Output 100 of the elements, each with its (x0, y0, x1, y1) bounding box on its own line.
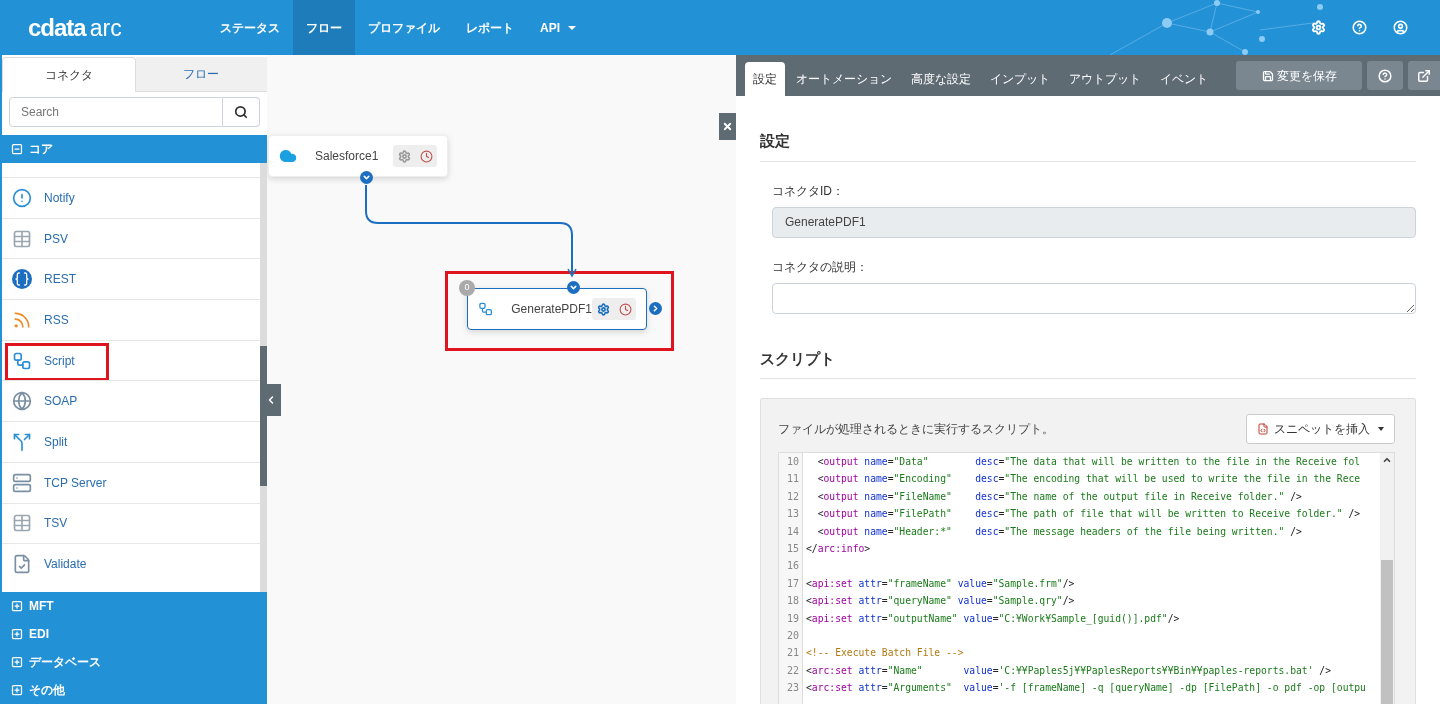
chevron-down-icon (362, 173, 371, 182)
expand-icon (11, 628, 23, 640)
document-check-icon (12, 554, 32, 575)
code-line: </arc:info> (806, 542, 871, 554)
help-button[interactable] (1367, 61, 1403, 90)
connector-label: Script (44, 352, 75, 370)
split-icon (12, 431, 32, 452)
nav-item[interactable]: フロー (293, 0, 355, 55)
search-field[interactable]: Search (9, 97, 223, 127)
sidebar-tab[interactable]: フロー (135, 57, 267, 92)
search-button[interactable] (223, 97, 260, 127)
script-description: ファイルが処理されるときに実行するスクリプト。 (778, 421, 1054, 438)
connector-label: PSV (44, 230, 68, 248)
save-icon (1261, 69, 1274, 82)
line-number: 21 (786, 646, 799, 661)
connector-item[interactable]: TCP Server (2, 461, 260, 503)
close-button[interactable] (719, 113, 736, 140)
nav-item[interactable]: ステータス (207, 0, 293, 55)
logo-text: arc (89, 16, 122, 40)
panel-tab[interactable]: 高度な設定 (903, 62, 979, 96)
panel-tab[interactable]: インプット (982, 62, 1058, 96)
connector-label: Split (44, 433, 68, 451)
connector-item[interactable]: REST (2, 258, 260, 300)
connector-item[interactable]: Notify (2, 177, 260, 218)
clock-icon[interactable] (419, 149, 433, 163)
nav-item[interactable]: API (527, 0, 589, 55)
panel-tab[interactable]: イベント (1152, 62, 1216, 96)
line-number: 15 (786, 541, 799, 556)
chevron-down-icon (569, 283, 578, 292)
external-link-icon (1417, 68, 1431, 83)
settings-icon[interactable] (397, 149, 411, 163)
category-label: その他 (29, 682, 65, 699)
connector-label: Validate (44, 556, 87, 574)
port-button[interactable] (649, 302, 662, 315)
flow-node[interactable]: GeneratePDF1 (467, 288, 647, 330)
panel-tab[interactable]: アウトプット (1061, 62, 1149, 96)
code-line: <output name="Encoding" desc="The encoding that will be used to write the file in the Rece (816, 473, 1361, 485)
connector-item[interactable]: TSV (2, 502, 260, 544)
scrollbar[interactable] (1380, 453, 1394, 704)
sidebar-tab[interactable]: コネクタ (2, 57, 136, 92)
document-icon (1257, 423, 1269, 435)
line-number: 11 (786, 472, 799, 487)
code-line: <arc:set attr="Name" value='C:¥¥Paples5j¥¥PaplesReports¥¥Bin¥¥paples-reports.bat' /> (806, 664, 1331, 676)
save-button[interactable]: 変更を保存 (1236, 61, 1362, 90)
category-header[interactable]: コア (2, 135, 267, 163)
code-line: <api:set attr="outputName" value="C:¥Work¥Sample_[guid()].pdf"/> (806, 612, 1180, 624)
expand-icon (11, 684, 23, 696)
nav-item[interactable]: レポート (453, 0, 527, 55)
braces-icon (12, 269, 32, 290)
connector-label: REST (44, 271, 76, 289)
category-header[interactable]: EDI (2, 620, 267, 648)
panel-tab[interactable]: オートメーション (788, 62, 900, 96)
field-label: コネクタの説明： (772, 258, 869, 276)
line-number: 18 (786, 594, 799, 609)
category-label: EDI (29, 626, 49, 643)
category-label: MFT (29, 598, 54, 615)
category-header[interactable]: MFT (2, 592, 267, 620)
code-line: <output name="FilePath" desc="The path of file that will be written to Receive folder." /> (816, 508, 1361, 520)
section-title: スクリプト (760, 313, 1416, 379)
snippet-button[interactable]: スニペットを挿入 (1246, 414, 1395, 444)
connector-item[interactable]: Script (2, 339, 260, 381)
expand-icon (11, 656, 23, 668)
line-number: 17 (786, 576, 799, 591)
chevron-up-icon (1382, 455, 1392, 465)
line-number: 22 (786, 663, 799, 678)
globe-icon (12, 391, 32, 412)
section-title: 設定 (760, 96, 1416, 162)
open-external-button[interactable] (1408, 61, 1440, 90)
line-number: 23 (786, 681, 799, 696)
settings-icon[interactable] (596, 302, 610, 316)
alert-icon (12, 187, 32, 208)
code-line: <arc:set attr="Arguments" value='-f [frameName] -q [queryName] -dp [FilePath] -o pdf -op [outpu (806, 682, 1366, 694)
caret-icon (1378, 427, 1384, 431)
connector-item[interactable]: SOAP (2, 380, 260, 422)
connector-label: TCP Server (44, 474, 107, 492)
category-header[interactable]: その他 (2, 676, 267, 704)
nav-item[interactable]: プロファイル (355, 0, 453, 55)
connector-label: RSS (44, 311, 69, 329)
line-number: 19 (786, 611, 799, 626)
connector-item[interactable]: Validate (2, 543, 260, 584)
code-line: <!-- Execute Batch File --> (806, 647, 964, 659)
help-icon[interactable] (1352, 20, 1367, 35)
help-icon (1378, 68, 1392, 83)
table-icon (12, 513, 32, 534)
scrollbar[interactable] (260, 163, 267, 592)
clock-icon[interactable] (618, 302, 632, 316)
connector-label: Notify (44, 189, 75, 207)
connector-label: SOAP (44, 393, 78, 411)
connector-item[interactable]: PSV (2, 217, 260, 259)
expand-icon (11, 600, 23, 612)
line-number: 20 (786, 628, 799, 643)
panel-tab[interactable]: 設定 (745, 62, 785, 96)
code-editor[interactable] (778, 452, 1395, 704)
category-header[interactable]: データベース (2, 648, 267, 676)
flow-node[interactable]: Salesforce1 (268, 135, 448, 177)
line-number: 13 (786, 507, 799, 522)
code-line: <output name="FileName" desc="The name of the output file in Receive folder." /> (816, 490, 1302, 502)
user-icon[interactable] (1393, 20, 1408, 35)
search-icon (234, 105, 248, 119)
collapse-icon (11, 143, 23, 155)
